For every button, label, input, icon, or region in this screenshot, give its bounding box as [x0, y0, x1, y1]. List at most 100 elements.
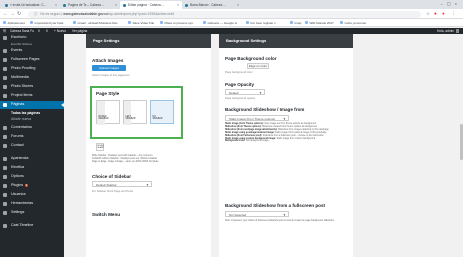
switch-menu-title: Switch Menu: [92, 212, 121, 217]
bookmark-icon: [30, 21, 33, 25]
dashboard-icon: [3, 36, 7, 40]
bookmark-item[interactable]: Gmail · eFisaid Moulisos Dec: [73, 19, 118, 26]
sidebar-item-photo-stories[interactable]: Photo Stories: [0, 83, 64, 91]
attach-images-title: Attach Images: [92, 58, 124, 63]
sidebar-item-multimedia[interactable]: Multimedia: [0, 74, 64, 82]
sidebar-item-cast-timeline[interactable]: Cast Timeline: [0, 222, 64, 230]
page-opacity-select[interactable]: Default ▼: [225, 89, 265, 95]
calendar-icon: [3, 49, 7, 53]
style-tile-left-sidebar[interactable]: LEFT SIDEBAR: [123, 100, 147, 125]
bg-slideshow-select[interactable]: Static Image (from Theme options) ▼: [225, 115, 289, 121]
camera-icon: [3, 67, 7, 71]
page-bg-color-desc: Page background color: [225, 71, 253, 74]
url-bar[interactable]: ⓘ No es seguro | www.gabezasaludable.gov…: [28, 10, 421, 18]
browser-tab[interactable]: Barra Blavon · Cabeza ... ×: [182, 1, 242, 9]
back-arrow-icon[interactable]: ←: [3, 11, 8, 17]
upload-images-button[interactable]: Upload Images: [92, 65, 126, 71]
bookmark-icon: [340, 21, 343, 25]
extension-icon[interactable]: ●: [442, 11, 445, 16]
plugins-update-badge: 3: [24, 182, 29, 188]
browser-tab[interactable]: » Invita Un'actualizar: C... ×: [2, 1, 60, 9]
apps-icon: [3, 21, 6, 25]
sidebar-item-forums[interactable]: Forums: [0, 133, 64, 141]
bookmark-item[interactable]: Save Video File: [128, 19, 154, 26]
mail-icon: [3, 144, 7, 148]
sidebar-item-project-items[interactable]: Project Items: [0, 92, 64, 100]
page-settings-panel: Page Settings Attach Images Upload Image…: [86, 34, 211, 257]
style-tile-boxed-sidebar[interactable]: BOXED SIDEBAR: [96, 100, 120, 125]
page-bg-color-title: Page Background color: [225, 56, 277, 61]
bookmark-item[interactable]: Gobs yoncomer: [340, 19, 366, 26]
plugin-icon: [3, 184, 7, 188]
panel-header: Page Settings: [86, 34, 211, 48]
sidebar-item-contact[interactable]: Contact: [0, 142, 64, 150]
browser-tab-bar: » Invita Un'actualizar: C... × Pagina de…: [0, 0, 463, 9]
timeline-icon: [3, 224, 7, 228]
star-icon[interactable]: ☆: [426, 11, 430, 17]
forward-arrow-icon[interactable]: →: [10, 11, 15, 17]
media-icon: [3, 76, 7, 80]
style-tile-no-sidebar[interactable]: NO SIDEBAR: [150, 100, 174, 124]
submenu-all-pages[interactable]: Todas las páginas: [11, 111, 40, 115]
sidebar-item-photo-proofing[interactable]: Photo Proofing: [0, 65, 64, 73]
info-icon: ⓘ: [34, 11, 38, 16]
bookmark-icon: [203, 21, 206, 25]
bookmark-icon: [305, 21, 308, 25]
sidebar-item-events[interactable]: Events: [0, 47, 64, 55]
browser-tab[interactable]: Pagina de Ts – Cabeza ... ×: [60, 1, 120, 9]
reload-icon[interactable]: ↻: [17, 11, 21, 17]
sidebar-item-comentarios[interactable]: Comentarios: [0, 124, 64, 132]
comments-icon: [3, 126, 7, 130]
bookmark-item[interactable]: Gsheets — Google G: [203, 19, 237, 26]
tab-close-icon[interactable]: ×: [115, 1, 117, 9]
bookmark-item[interactable]: Aplicaciones: [3, 19, 25, 26]
sidebar-item-options[interactable]: Options: [0, 173, 64, 181]
page-style-title: Page Style: [96, 91, 120, 96]
page-style-desc: Wide Sidebar : Displays post with sideba…: [92, 154, 159, 164]
sidebar-item-usuarios[interactable]: Usuarios: [0, 191, 64, 199]
menu-dots-icon[interactable]: ⋮: [451, 11, 456, 17]
sidebar-item-plugins[interactable]: Plugins 3: [0, 182, 64, 190]
tab-favicon-icon: [123, 3, 126, 7]
bookmark-item[interactable]: Place to process syn.: [160, 19, 194, 26]
sidebar-item-paginas[interactable]: Páginas: [0, 101, 64, 109]
bookmark-icon: [290, 21, 293, 25]
fullscreen-icon: [3, 58, 7, 62]
scrollbar-thumb[interactable]: [459, 124, 463, 160]
choose-color-button[interactable]: Elige un color: [247, 63, 269, 69]
pages-icon: [3, 103, 7, 107]
bookmark-item[interactable]: For beer register c.: [246, 19, 277, 26]
sidebar-item-apariencia[interactable]: Apariencia: [0, 155, 64, 163]
browser-tab-active[interactable]: Editar página · Cabeza ... ×: [120, 1, 182, 9]
submenu-add-new[interactable]: Añadir nueva: [11, 117, 31, 121]
tools-icon: [3, 202, 7, 206]
tab-close-icon[interactable]: ×: [177, 1, 179, 9]
bookmark-icon: [73, 21, 76, 25]
bookmark-item[interactable]: Importado Fyrer Fast: [30, 19, 63, 26]
sidebar-item-herramientas[interactable]: Herramientas: [0, 200, 64, 208]
sidebar-item-escritorio[interactable]: Escritorio: [0, 34, 64, 42]
fullscreen-post-select[interactable]: Not Selected ▼: [225, 211, 289, 217]
bookmark-item[interactable]: Wiki Islands 2017: [305, 19, 334, 26]
style-tile-boxed-blank[interactable]: BOXED BLANK: [96, 143, 104, 151]
sidebar-subitem[interactable]: Escribir Slidera: [11, 42, 32, 46]
tab-close-icon[interactable]: ×: [55, 1, 57, 9]
extension-icon[interactable]: ●: [434, 11, 437, 16]
users-icon: [3, 193, 7, 197]
tab-close-icon[interactable]: ×: [237, 1, 239, 9]
sidebar-item-fullscreen[interactable]: Fullscreen Pages: [0, 56, 64, 64]
sidebar-choice-select[interactable]: Default Sidebar ▼: [92, 181, 152, 187]
settings-icon: [3, 211, 7, 215]
bg-slideshow-desc: Static image (from Theme options): Uses …: [225, 123, 329, 143]
sidebar-item-settings[interactable]: Settings: [0, 209, 64, 217]
sidebar-item-kinetika[interactable]: Kinetika: [0, 164, 64, 172]
window-controls[interactable]: –▢×: [441, 1, 461, 6]
panel-header: Background Settings: [219, 34, 353, 48]
bookmark-item[interactable]: Imap: [290, 19, 301, 26]
page-scrollbar[interactable]: [459, 34, 463, 257]
page-opacity-title: Page Opacity: [225, 82, 255, 87]
theme-icon: [3, 166, 7, 170]
address-toolbar: ← → ↻ ⓘ No es seguro | www.gabezasaludab…: [0, 9, 463, 19]
tab-favicon-icon: [63, 3, 66, 7]
page-opacity-desc: Page background opacity: [225, 97, 256, 100]
